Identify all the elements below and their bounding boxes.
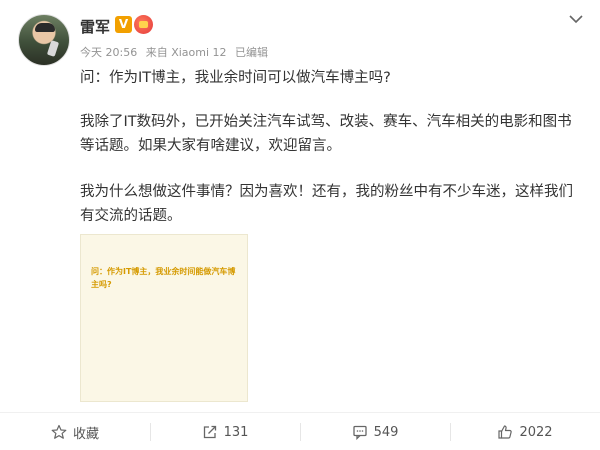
like-count: 2022 (519, 424, 553, 440)
post-paragraph: 问：作为IT博主，我业余时间可以做汽车博主吗? (80, 70, 391, 86)
favorite-button[interactable]: 收藏 (0, 413, 150, 450)
like-button[interactable]: 2022 (450, 413, 600, 450)
thumbs-up-icon (497, 424, 513, 440)
comment-icon (352, 424, 368, 440)
weibo-post: 雷军 V 今天 20:56 来自 Xiaomi 12 已编辑 问：作为IT博主，… (0, 0, 600, 450)
post-body: 问：作为IT博主，我业余时间可以做汽车博主吗? 我除了IT数码外，已开始关注汽车… (80, 66, 580, 228)
chevron-down-icon[interactable] (567, 12, 585, 26)
avatar-hair (35, 23, 55, 32)
post-paragraph: 我为什么想做这件事情？因为喜欢！还有，我的粉丝中有不少车迷，这样我们有交流的话题… (80, 184, 573, 224)
action-bar: 收藏 131 549 2022 (0, 412, 600, 450)
post-image[interactable]: 问：作为IT博主，我业余时间能做汽车博主吗? (80, 234, 248, 402)
repost-icon (202, 424, 218, 440)
star-icon (51, 424, 67, 440)
repost-count: 131 (223, 424, 249, 440)
edited-label[interactable]: 已编辑 (235, 46, 268, 59)
favorite-label: 收藏 (72, 426, 99, 442)
post-meta: 今天 20:56 来自 Xiaomi 12 已编辑 (80, 44, 273, 60)
comment-button[interactable]: 549 (300, 413, 450, 450)
repost-button[interactable]: 131 (150, 413, 300, 450)
post-paragraph: 我除了IT数码外，已开始关注汽车试驾、改装、赛车、汽车相关的电影和图书等话题。如… (80, 114, 572, 154)
verified-badge-icon: V (115, 16, 132, 33)
avatar-phone (46, 40, 60, 57)
post-image-text: 问：作为IT博主，我业余时间能做汽车博主吗? (91, 267, 236, 289)
avatar[interactable] (18, 14, 70, 66)
member-level-icon (134, 15, 153, 34)
comment-count: 549 (373, 424, 399, 440)
post-source: 来自 Xiaomi 12 (145, 46, 227, 59)
author-name[interactable]: 雷军 (80, 16, 110, 37)
post-time[interactable]: 今天 20:56 (80, 46, 137, 59)
